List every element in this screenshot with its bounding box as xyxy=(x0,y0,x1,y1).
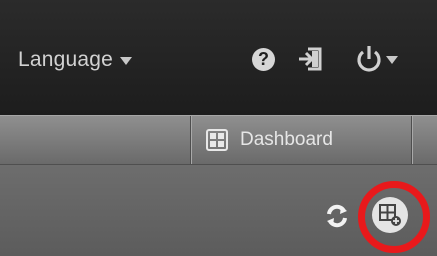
chevron-down-icon xyxy=(120,57,133,65)
language-menu[interactable]: Language xyxy=(18,40,133,80)
tab-bar: Dashboard xyxy=(0,115,437,165)
tab-dashboard-label: Dashboard xyxy=(240,129,333,150)
tab-dashboard[interactable]: Dashboard xyxy=(191,116,411,164)
refresh-icon[interactable] xyxy=(324,203,350,229)
sign-in-icon[interactable] xyxy=(297,45,323,73)
help-icon[interactable]: ? xyxy=(252,48,275,71)
language-label: Language xyxy=(18,48,114,71)
highlight-circle xyxy=(358,181,430,253)
top-navigation-bar: Language ? xyxy=(0,0,437,115)
power-menu-chevron-icon[interactable] xyxy=(386,56,398,64)
tab-divider xyxy=(411,116,412,164)
dashboard-icon xyxy=(206,129,228,151)
power-icon[interactable] xyxy=(355,44,383,74)
